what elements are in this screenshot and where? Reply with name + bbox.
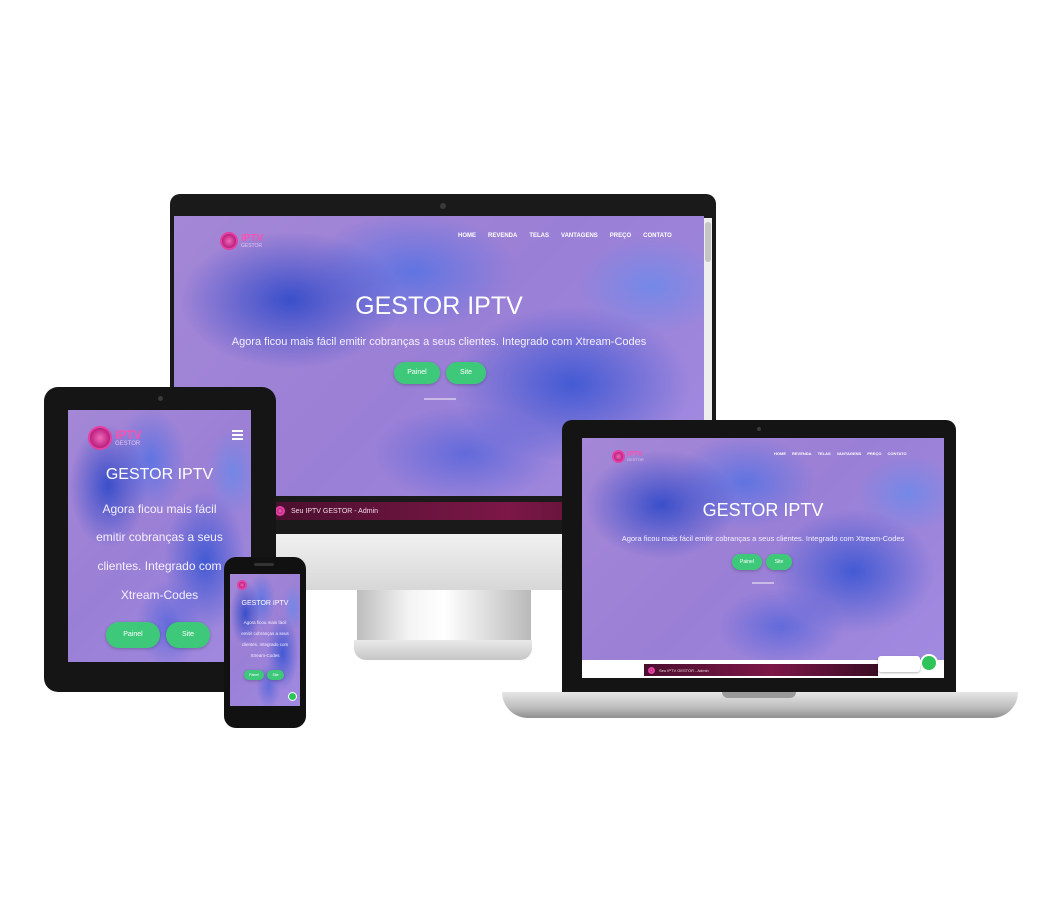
nav-preco[interactable]: PREÇO [867,451,881,456]
phone-logo[interactable] [237,580,247,590]
admin-logo-icon [275,506,285,516]
nav-preco[interactable]: PREÇO [610,233,631,239]
laptop-nav: HOME REVENDA TELAS VANTAGENS PREÇO CONTA… [774,451,907,456]
laptop-screen: IPTV GESTOR HOME REVENDA TELAS VANTAGENS… [582,438,944,660]
panel-button[interactable]: Painel [732,554,762,570]
tablet-logo[interactable]: IPTV GESTOR [88,426,142,450]
hero-subtitle-line-1: Agora ficou mais fácil [102,502,217,516]
phone-screen: GESTOR IPTV Agora ficou mais fácil emiti… [230,574,300,706]
iptv-logo-icon [237,580,247,590]
site-button[interactable]: Site [446,362,486,384]
laptop-camera [757,427,761,431]
hamburger-icon[interactable] [232,430,243,440]
hero-subtitle-line-1: Agora ficou mais fácil [243,620,287,625]
nav-vantagens[interactable]: VANTAGENS [837,451,862,456]
hero-title: GESTOR IPTV [702,500,824,520]
nav-revenda[interactable]: REVENDA [792,451,812,456]
logo-text: IPTV [115,428,142,442]
admin-logo-icon [648,666,655,674]
site-button[interactable]: Site [766,554,792,570]
panel-button[interactable]: Painel [394,362,440,384]
scroll-indicator [752,582,774,584]
whatsapp-icon[interactable] [920,654,938,672]
monitor-camera [440,203,446,209]
nav-telas[interactable]: TELAS [818,451,831,456]
nav-contato[interactable]: CONTATO [643,233,672,239]
laptop-logo[interactable]: IPTV GESTOR [612,450,644,463]
hero-title: GESTOR IPTV [105,466,214,483]
monitor-stand-base [354,640,532,660]
panel-button[interactable]: Painel [106,622,160,648]
site-button[interactable]: Site [166,622,210,648]
phone-speaker [254,563,274,566]
monitor-logo[interactable]: IPTV GESTOR [220,232,263,250]
monitor-stand-neck [357,590,531,642]
admin-bar-label: Seu IPTV GESTOR - Admin [291,507,379,515]
iptv-logo-icon [88,426,112,450]
hero-subtitle-line-2: emitir cobranças a seus [96,530,223,544]
logo-sub: GESTOR [115,441,141,447]
hero-title: GESTOR IPTV [355,292,523,320]
nav-revenda[interactable]: REVENDA [488,233,517,239]
hero-subtitle-line-4: Xtream-Codes [250,653,280,658]
iptv-logo-icon [220,232,238,250]
nav-telas[interactable]: TELAS [529,233,549,239]
admin-bar-label: Seu IPTV GESTOR - Admin [659,667,709,673]
nav-contato[interactable]: CONTATO [887,451,906,456]
monitor-nav: HOME REVENDA TELAS VANTAGENS PREÇO CONTA… [458,233,672,239]
logo-sub: GESTOR [241,242,263,249]
monitor-scroll-thumb[interactable] [705,222,711,262]
hero-subtitle-line-2: emitir cobranças a seus [241,631,289,636]
hero-title: GESTOR IPTV [241,600,289,607]
site-button[interactable]: Site [267,670,284,680]
nav-vantagens[interactable]: VANTAGENS [561,233,598,239]
nav-home[interactable]: HOME [458,233,476,239]
nav-home[interactable]: HOME [774,451,786,456]
panel-button[interactable]: Painel [244,670,264,680]
laptop-notch [722,692,796,698]
tablet-camera [158,396,163,401]
hero-subtitle: Agora ficou mais fácil emitir cobranças … [621,534,905,543]
iptv-logo-icon [612,450,625,463]
scroll-indicator [424,398,456,400]
whatsapp-icon[interactable] [288,692,297,701]
logo-sub: GESTOR [627,457,644,462]
chat-popup[interactable] [878,656,920,672]
hero-subtitle: Agora ficou mais fácil emitir cobranças … [231,336,647,348]
hero-subtitle-line-3: clientes. Integrado com [241,642,289,647]
logo-text: IPTV [241,232,264,244]
laptop-admin-bar[interactable]: Seu IPTV GESTOR - Admin [644,664,878,676]
